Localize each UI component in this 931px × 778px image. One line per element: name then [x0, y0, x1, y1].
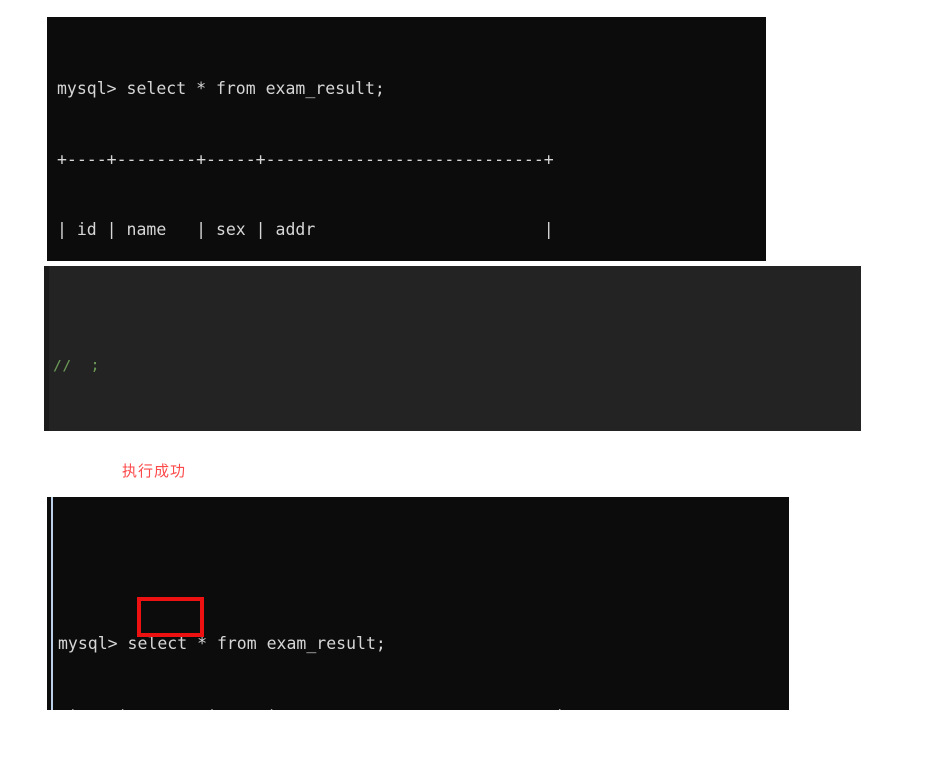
terminal-before-border-top: +----+--------+-----+-------------------… — [57, 149, 554, 169]
terminal-before-update[interactable]: mysql> select * from exam_result; +----+… — [47, 17, 766, 261]
code-gutter-rail — [44, 266, 49, 431]
terminal-before-prompt-line: mysql> select * from exam_result; — [57, 79, 385, 98]
terminal-left-rail — [51, 497, 53, 710]
terminal-after-update[interactable]: mysql> select * from exam_result; +----+… — [47, 497, 789, 710]
code-line-comment: // ; — [44, 360, 861, 374]
code-editor-block[interactable]: // ; std::string sql="update exam_result… — [44, 266, 861, 431]
code-comment-text: // ; — [53, 360, 100, 375]
terminal-after-prompt-line: mysql> select * from exam_result; — [58, 633, 386, 653]
terminal-after-border-top: +----+--------+-----+-------------------… — [58, 702, 789, 710]
terminal-after-content: mysql> select * from exam_result; +----+… — [47, 585, 789, 711]
terminal-before-header-row: | id | name | sex | addr | — [57, 220, 554, 239]
annotation-execution-success: 执行成功 — [122, 462, 187, 480]
